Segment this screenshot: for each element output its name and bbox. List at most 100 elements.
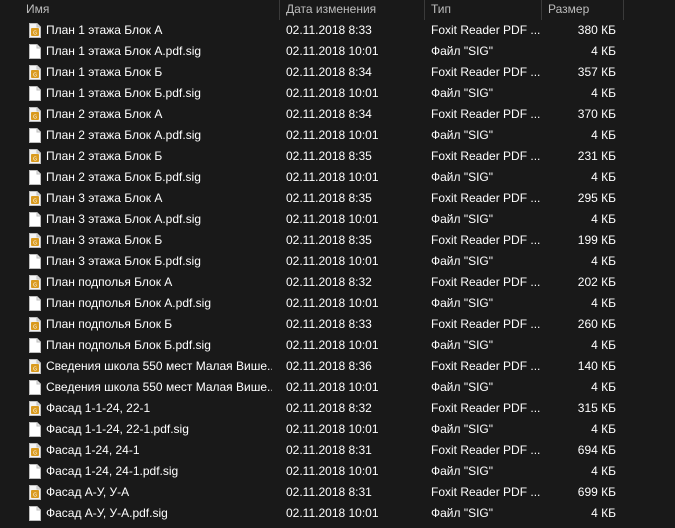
- file-name: План 3 этажа Блок А: [46, 191, 163, 205]
- file-row[interactable]: План подполья Блок Б.pdf.sig 02.11.2018 …: [0, 335, 675, 356]
- file-size: 4 КБ: [591, 86, 616, 100]
- file-size: 4 КБ: [591, 506, 616, 520]
- column-divider[interactable]: [623, 0, 624, 20]
- file-row[interactable]: План 2 этажа Блок А.pdf.sig 02.11.2018 1…: [0, 125, 675, 146]
- file-size: 260 КБ: [577, 317, 616, 331]
- blank-file-icon: [29, 464, 41, 479]
- file-date: 02.11.2018 8:34: [286, 65, 372, 79]
- file-date: 02.11.2018 8:35: [286, 233, 372, 247]
- file-name: План 3 этажа Блок Б: [46, 233, 163, 247]
- file-type: Файл "SIG": [431, 422, 494, 436]
- file-type: Файл "SIG": [431, 86, 494, 100]
- file-date: 02.11.2018 10:01: [286, 464, 379, 478]
- file-type: Файл "SIG": [431, 212, 494, 226]
- svg-text:G: G: [33, 283, 37, 289]
- file-name: План 3 этажа Блок А.pdf.sig: [46, 212, 202, 226]
- svg-text:G: G: [33, 241, 37, 247]
- pdf-file-icon: G: [29, 401, 41, 416]
- file-size: 4 КБ: [591, 464, 616, 478]
- file-row[interactable]: Сведения школа 550 мест Малая Више... 02…: [0, 377, 675, 398]
- file-list: G План 1 этажа Блок А 02.11.2018 8:33 Fo…: [0, 20, 675, 524]
- svg-text:G: G: [33, 493, 37, 499]
- file-date: 02.11.2018 8:31: [286, 443, 372, 457]
- file-row[interactable]: План 2 этажа Блок Б.pdf.sig 02.11.2018 1…: [0, 167, 675, 188]
- file-name: План подполья Блок Б: [46, 317, 173, 331]
- file-size: 4 КБ: [591, 170, 616, 184]
- file-name: Фасад 1-1-24, 22-1.pdf.sig: [46, 422, 189, 436]
- file-row[interactable]: G План подполья Блок Б 02.11.2018 8:33 F…: [0, 314, 675, 335]
- file-row[interactable]: G Фасад 1-1-24, 22-1 02.11.2018 8:32 Fox…: [0, 398, 675, 419]
- file-type: Foxit Reader PDF ...: [431, 65, 541, 79]
- file-row[interactable]: Фасад 1-24, 24-1.pdf.sig 02.11.2018 10:0…: [0, 461, 675, 482]
- file-size: 4 КБ: [591, 380, 616, 394]
- file-row[interactable]: Фасад А-У, У-А.pdf.sig 02.11.2018 10:01 …: [0, 503, 675, 524]
- file-type: Файл "SIG": [431, 170, 494, 184]
- file-name: План 1 этажа Блок Б.pdf.sig: [46, 86, 201, 100]
- file-name: План подполья Блок А.pdf.sig: [46, 296, 211, 310]
- file-row[interactable]: G План 1 этажа Блок А 02.11.2018 8:33 Fo…: [0, 20, 675, 41]
- file-row[interactable]: G План 2 этажа Блок А 02.11.2018 8:34 Fo…: [0, 104, 675, 125]
- file-row[interactable]: План 3 этажа Блок Б.pdf.sig 02.11.2018 1…: [0, 251, 675, 272]
- file-row[interactable]: План 1 этажа Блок Б.pdf.sig 02.11.2018 1…: [0, 83, 675, 104]
- file-name: План подполья Блок А: [46, 275, 173, 289]
- blank-file-icon: [29, 506, 41, 521]
- pdf-file-icon: G: [29, 107, 41, 122]
- file-size: 4 КБ: [591, 128, 616, 142]
- blank-file-icon: [29, 170, 41, 185]
- file-row[interactable]: G План 1 этажа Блок Б 02.11.2018 8:34 Fo…: [0, 62, 675, 83]
- file-type: Foxit Reader PDF ...: [431, 275, 541, 289]
- file-type: Foxit Reader PDF ...: [431, 149, 541, 163]
- file-date: 02.11.2018 8:31: [286, 485, 372, 499]
- file-type: Foxit Reader PDF ...: [431, 485, 541, 499]
- column-header-name[interactable]: Имя: [20, 0, 278, 20]
- file-date: 02.11.2018 10:01: [286, 44, 379, 58]
- svg-text:G: G: [33, 157, 37, 163]
- file-size: 140 КБ: [577, 359, 616, 373]
- file-row[interactable]: G Фасад 1-24, 24-1 02.11.2018 8:31 Foxit…: [0, 440, 675, 461]
- file-type: Файл "SIG": [431, 44, 494, 58]
- blank-file-icon: [29, 296, 41, 311]
- file-date: 02.11.2018 10:01: [286, 296, 379, 310]
- file-date: 02.11.2018 8:32: [286, 275, 372, 289]
- file-date: 02.11.2018 8:32: [286, 401, 372, 415]
- blank-file-icon: [29, 44, 41, 59]
- file-row[interactable]: Фасад 1-1-24, 22-1.pdf.sig 02.11.2018 10…: [0, 419, 675, 440]
- file-type: Foxit Reader PDF ...: [431, 359, 541, 373]
- file-row[interactable]: План подполья Блок А.pdf.sig 02.11.2018 …: [0, 293, 675, 314]
- file-row[interactable]: G План 3 этажа Блок Б 02.11.2018 8:35 Fo…: [0, 230, 675, 251]
- file-row[interactable]: План 3 этажа Блок А.pdf.sig 02.11.2018 1…: [0, 209, 675, 230]
- file-name: Сведения школа 550 мест Малая Више...: [46, 359, 272, 373]
- file-size: 357 КБ: [577, 65, 616, 79]
- file-name: План 3 этажа Блок Б.pdf.sig: [46, 254, 201, 268]
- file-type: Файл "SIG": [431, 254, 494, 268]
- file-row[interactable]: G План подполья Блок А 02.11.2018 8:32 F…: [0, 272, 675, 293]
- file-name: Фасад 1-24, 24-1: [46, 443, 140, 457]
- file-date: 02.11.2018 8:36: [286, 359, 372, 373]
- file-name: Фасад А-У, У-А.pdf.sig: [46, 506, 168, 520]
- column-header-type[interactable]: Тип: [425, 0, 540, 20]
- svg-text:G: G: [33, 409, 37, 415]
- file-row[interactable]: План 1 этажа Блок А.pdf.sig 02.11.2018 1…: [0, 41, 675, 62]
- pdf-file-icon: G: [29, 233, 41, 248]
- column-header-size[interactable]: Размер: [542, 0, 622, 20]
- file-size: 380 КБ: [577, 23, 616, 37]
- file-row[interactable]: G План 3 этажа Блок А 02.11.2018 8:35 Fo…: [0, 188, 675, 209]
- file-type: Foxit Reader PDF ...: [431, 23, 541, 37]
- file-date: 02.11.2018 10:01: [286, 170, 379, 184]
- file-name: План подполья Блок Б.pdf.sig: [46, 338, 211, 352]
- pdf-file-icon: G: [29, 65, 41, 80]
- blank-file-icon: [29, 212, 41, 227]
- file-date: 02.11.2018 10:01: [286, 338, 379, 352]
- file-type: Файл "SIG": [431, 338, 494, 352]
- file-date: 02.11.2018 8:34: [286, 107, 372, 121]
- file-date: 02.11.2018 10:01: [286, 506, 379, 520]
- pdf-file-icon: G: [29, 485, 41, 500]
- column-header-date[interactable]: Дата изменения: [280, 0, 423, 20]
- file-row[interactable]: G Сведения школа 550 мест Малая Више... …: [0, 356, 675, 377]
- blank-file-icon: [29, 86, 41, 101]
- file-row[interactable]: G Фасад А-У, У-А 02.11.2018 8:31 Foxit R…: [0, 482, 675, 503]
- file-name: План 2 этажа Блок Б: [46, 149, 163, 163]
- file-row[interactable]: G План 2 этажа Блок Б 02.11.2018 8:35 Fo…: [0, 146, 675, 167]
- file-size: 4 КБ: [591, 254, 616, 268]
- column-header-name-label: Имя: [26, 2, 50, 16]
